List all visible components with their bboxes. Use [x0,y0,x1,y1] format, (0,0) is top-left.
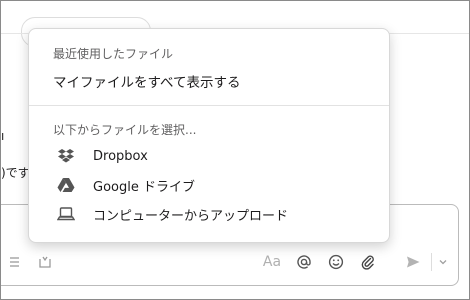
text-format-button[interactable]: Aa [263,253,281,271]
google-drive-icon [55,174,77,196]
divider [431,253,432,271]
chevron-down-icon[interactable] [434,253,452,271]
show-all-files-label: マイファイルをすべて表示する [53,75,241,91]
attach-file-menu: 最近使用したファイル マイファイルをすべて表示する 以下からファイルを選択... [28,28,390,243]
emoji-icon[interactable] [327,253,345,271]
menu-item-label: Dropbox [93,148,148,164]
message-text-fragment: ı [1,129,5,143]
list-icon[interactable] [4,253,22,271]
app-window: ı )です Aa 最近使用したファイル マイファイルをすべて表示する 以下からフ… [0,0,470,300]
menu-item-dropbox[interactable]: Dropbox [29,142,389,170]
menu-divider [29,105,389,106]
select-source-heading: 以下からファイルを選択... [53,123,197,137]
paperclip-icon[interactable] [359,253,377,271]
menu-item-google-drive[interactable]: Google ドライブ [29,171,389,199]
menu-item-label: コンピューターからアップロード [93,208,289,224]
show-all-files-item[interactable]: マイファイルをすべて表示する [29,67,389,95]
recent-files-heading: 最近使用したファイル [53,47,174,61]
laptop-icon [55,203,77,225]
dropbox-icon [55,145,77,167]
format-icon[interactable] [36,253,54,271]
menu-item-upload-from-computer[interactable]: コンピューターからアップロード [29,200,389,228]
message-text-fragment: )です [1,166,30,180]
send-icon[interactable] [404,253,422,271]
menu-item-label: Google ドライブ [93,179,195,195]
at-icon[interactable] [295,253,313,271]
